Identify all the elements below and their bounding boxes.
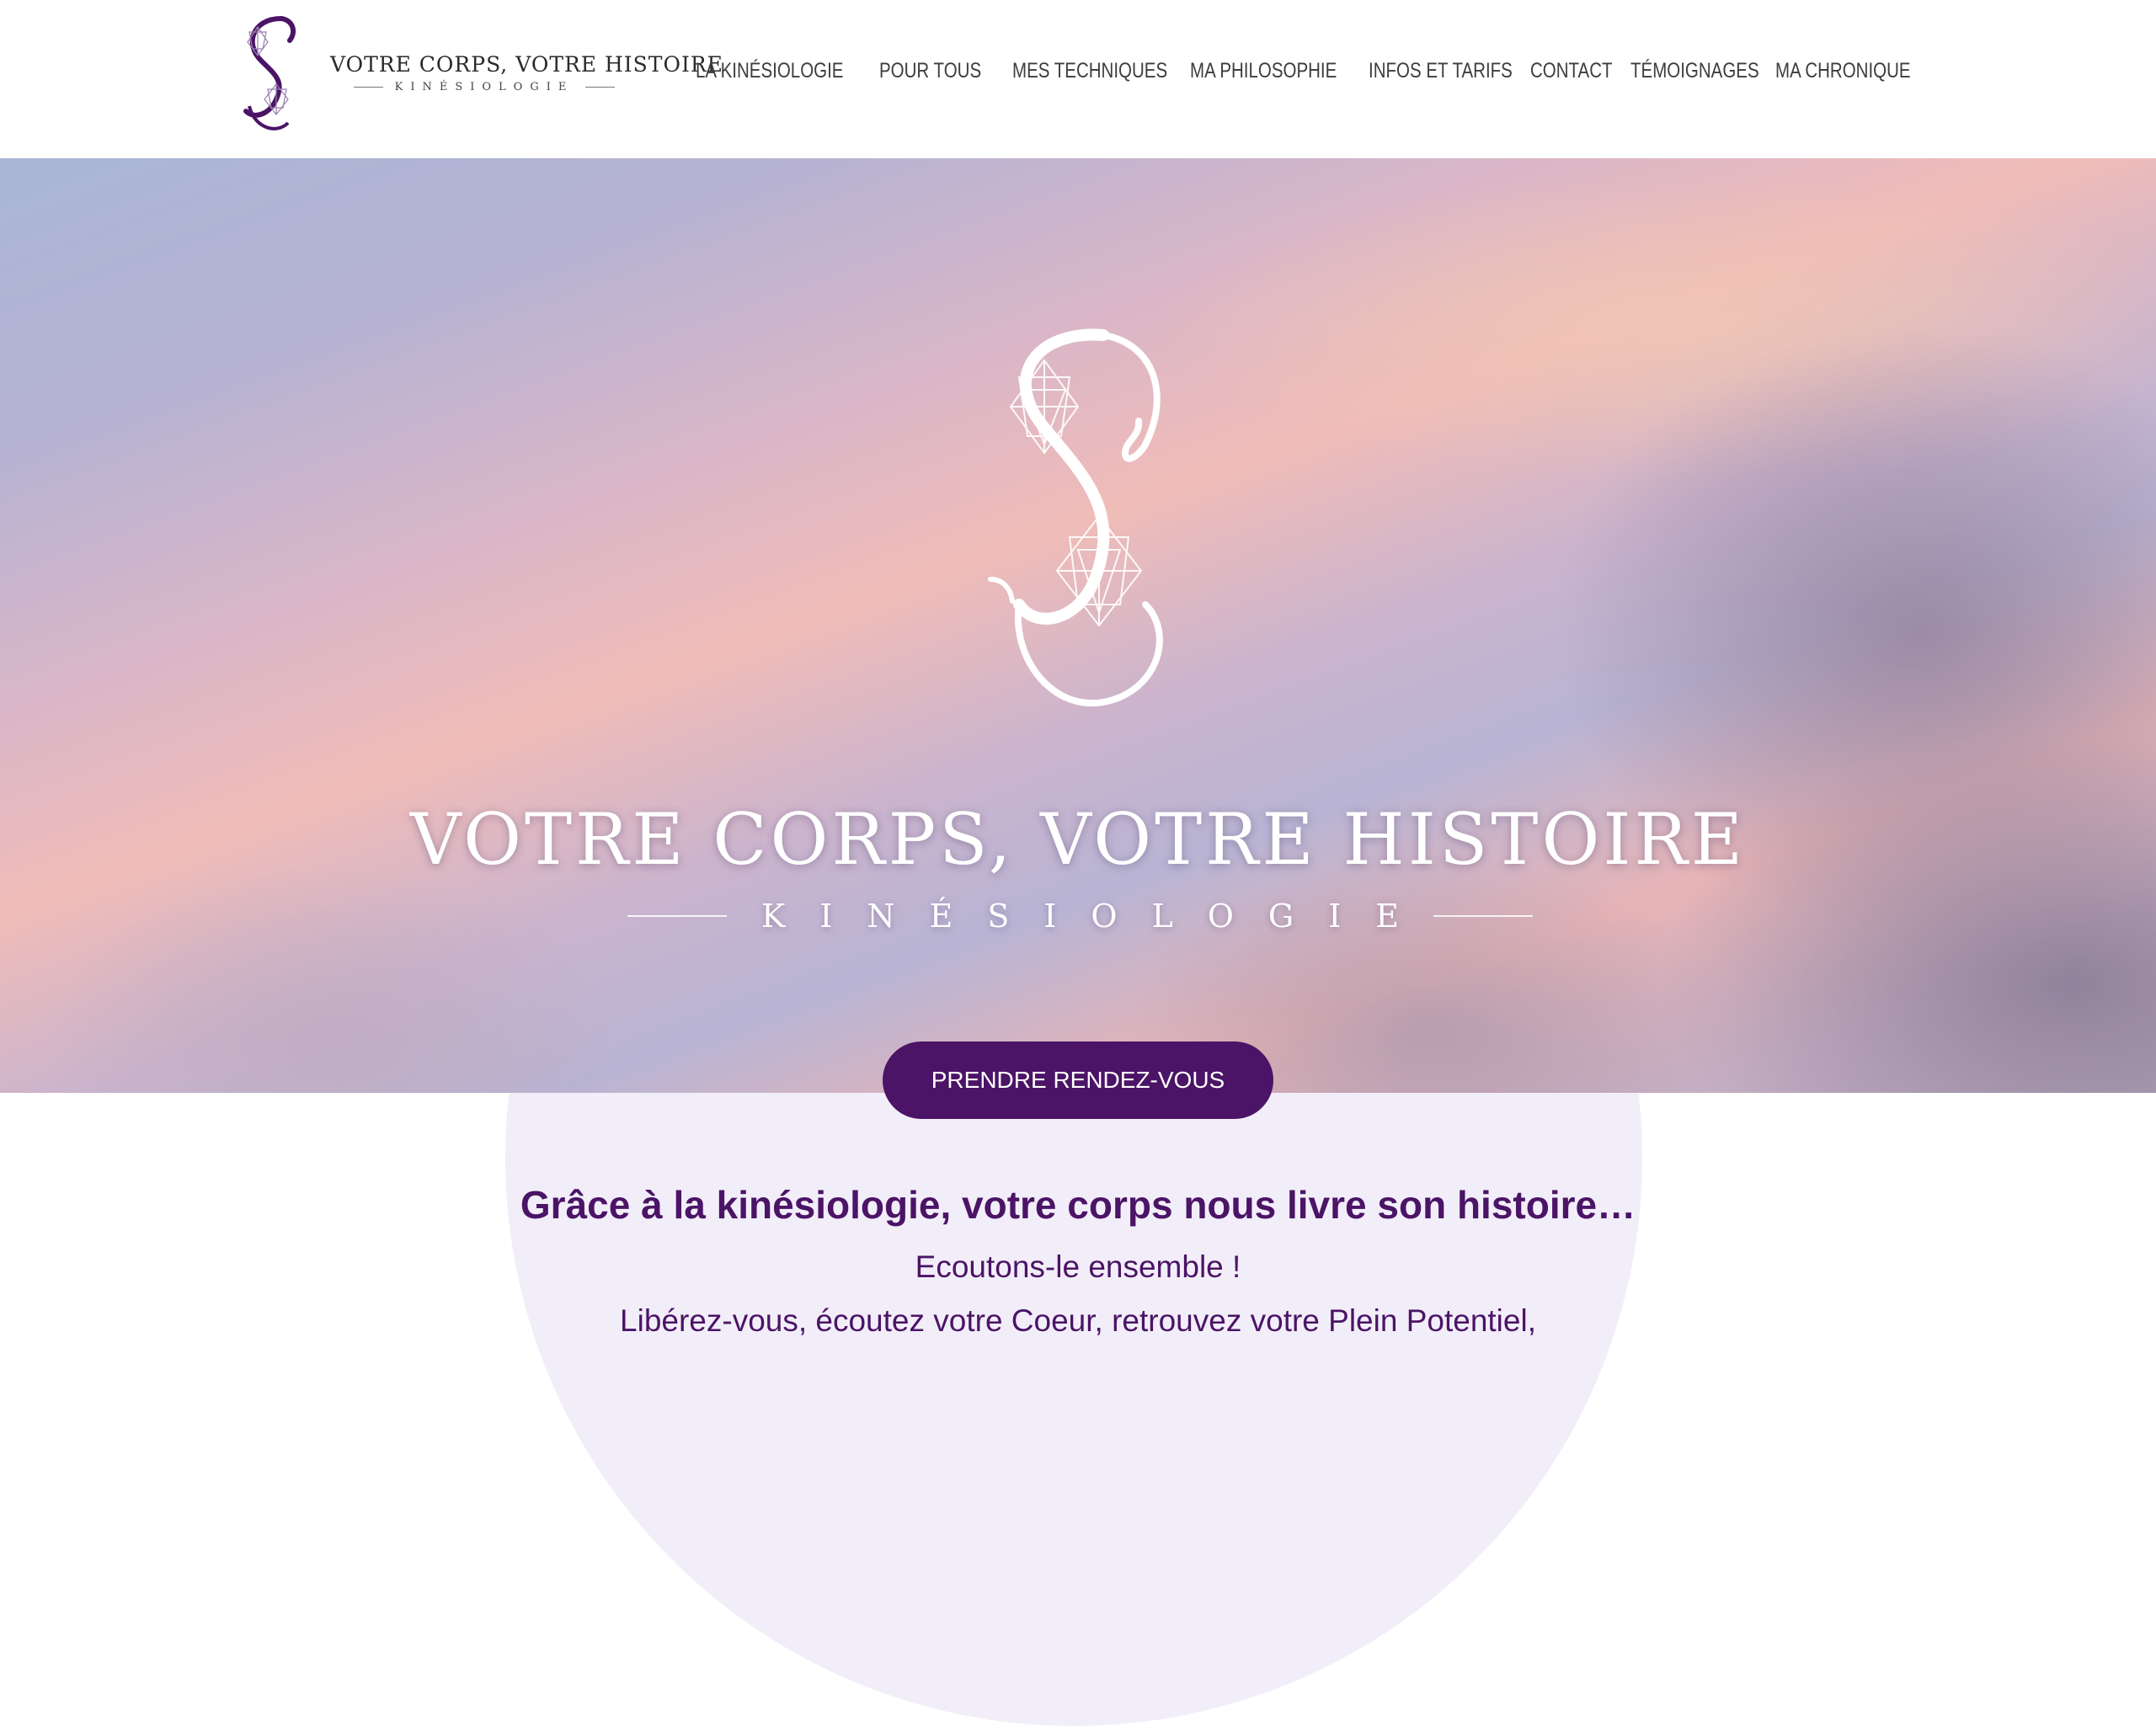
nav-infos-et-tarifs[interactable]: INFOS ET TARIFS [1369,59,1513,93]
main-nav: LA KINÉSIOLOGIE POUR TOUS MES TECHNIQUES… [680,59,1911,93]
hero-title: VOTRE CORPS, VOTRE HISTOIRE [409,798,1747,881]
intro-line-listen: Ecoutons-le ensemble ! [915,1249,1241,1284]
brand-sub-rule-left [354,87,383,88]
logo-emblem-icon[interactable] [237,12,305,140]
brand-title[interactable]: VOTRE CORPS, VOTRE HISTOIRE [330,52,723,77]
nav-la-kinesiologie[interactable]: LA KINÉSIOLOGIE [696,59,843,93]
intro-line-liberate: Libérez-vous, écoutez votre Coeur, retro… [620,1303,1536,1338]
nav-ma-philosophie[interactable]: MA PHILOSOPHIE [1190,59,1337,93]
site-header: VOTRE CORPS, VOTRE HISTOIRE KINÉSIOLOGIE… [0,0,2156,158]
hero-subtitle-text: KINÉSIOLOGIE [760,898,1434,935]
hero-subtitle: KINÉSIOLOGIE [627,898,1533,935]
nav-pour-tous[interactable]: POUR TOUS [879,59,983,93]
brand-sub-rule-right [585,87,615,88]
nav-temoignages[interactable]: TÉMOIGNAGES [1630,59,1759,93]
nav-contact[interactable]: CONTACT [1530,59,1613,93]
intro-tagline: Grâce à la kinésiologie, votre corps nou… [520,1183,1636,1227]
hero-emblem-icon [960,327,1196,714]
book-appointment-button[interactable]: PRENDRE RENDEZ-VOUS [883,1041,1273,1119]
hero-sub-rule-left [627,915,727,917]
nav-mes-techniques[interactable]: MES TECHNIQUES [1012,59,1167,93]
nav-ma-chronique[interactable]: MA CHRONIQUE [1775,59,1911,93]
hero-banner: VOTRE CORPS, VOTRE HISTOIRE KINÉSIOLOGIE [0,158,2156,1093]
brand-subtitle: KINÉSIOLOGIE [354,81,615,93]
hero-sub-rule-right [1433,915,1533,917]
brand-subtitle-text: KINÉSIOLOGIE [394,81,574,93]
